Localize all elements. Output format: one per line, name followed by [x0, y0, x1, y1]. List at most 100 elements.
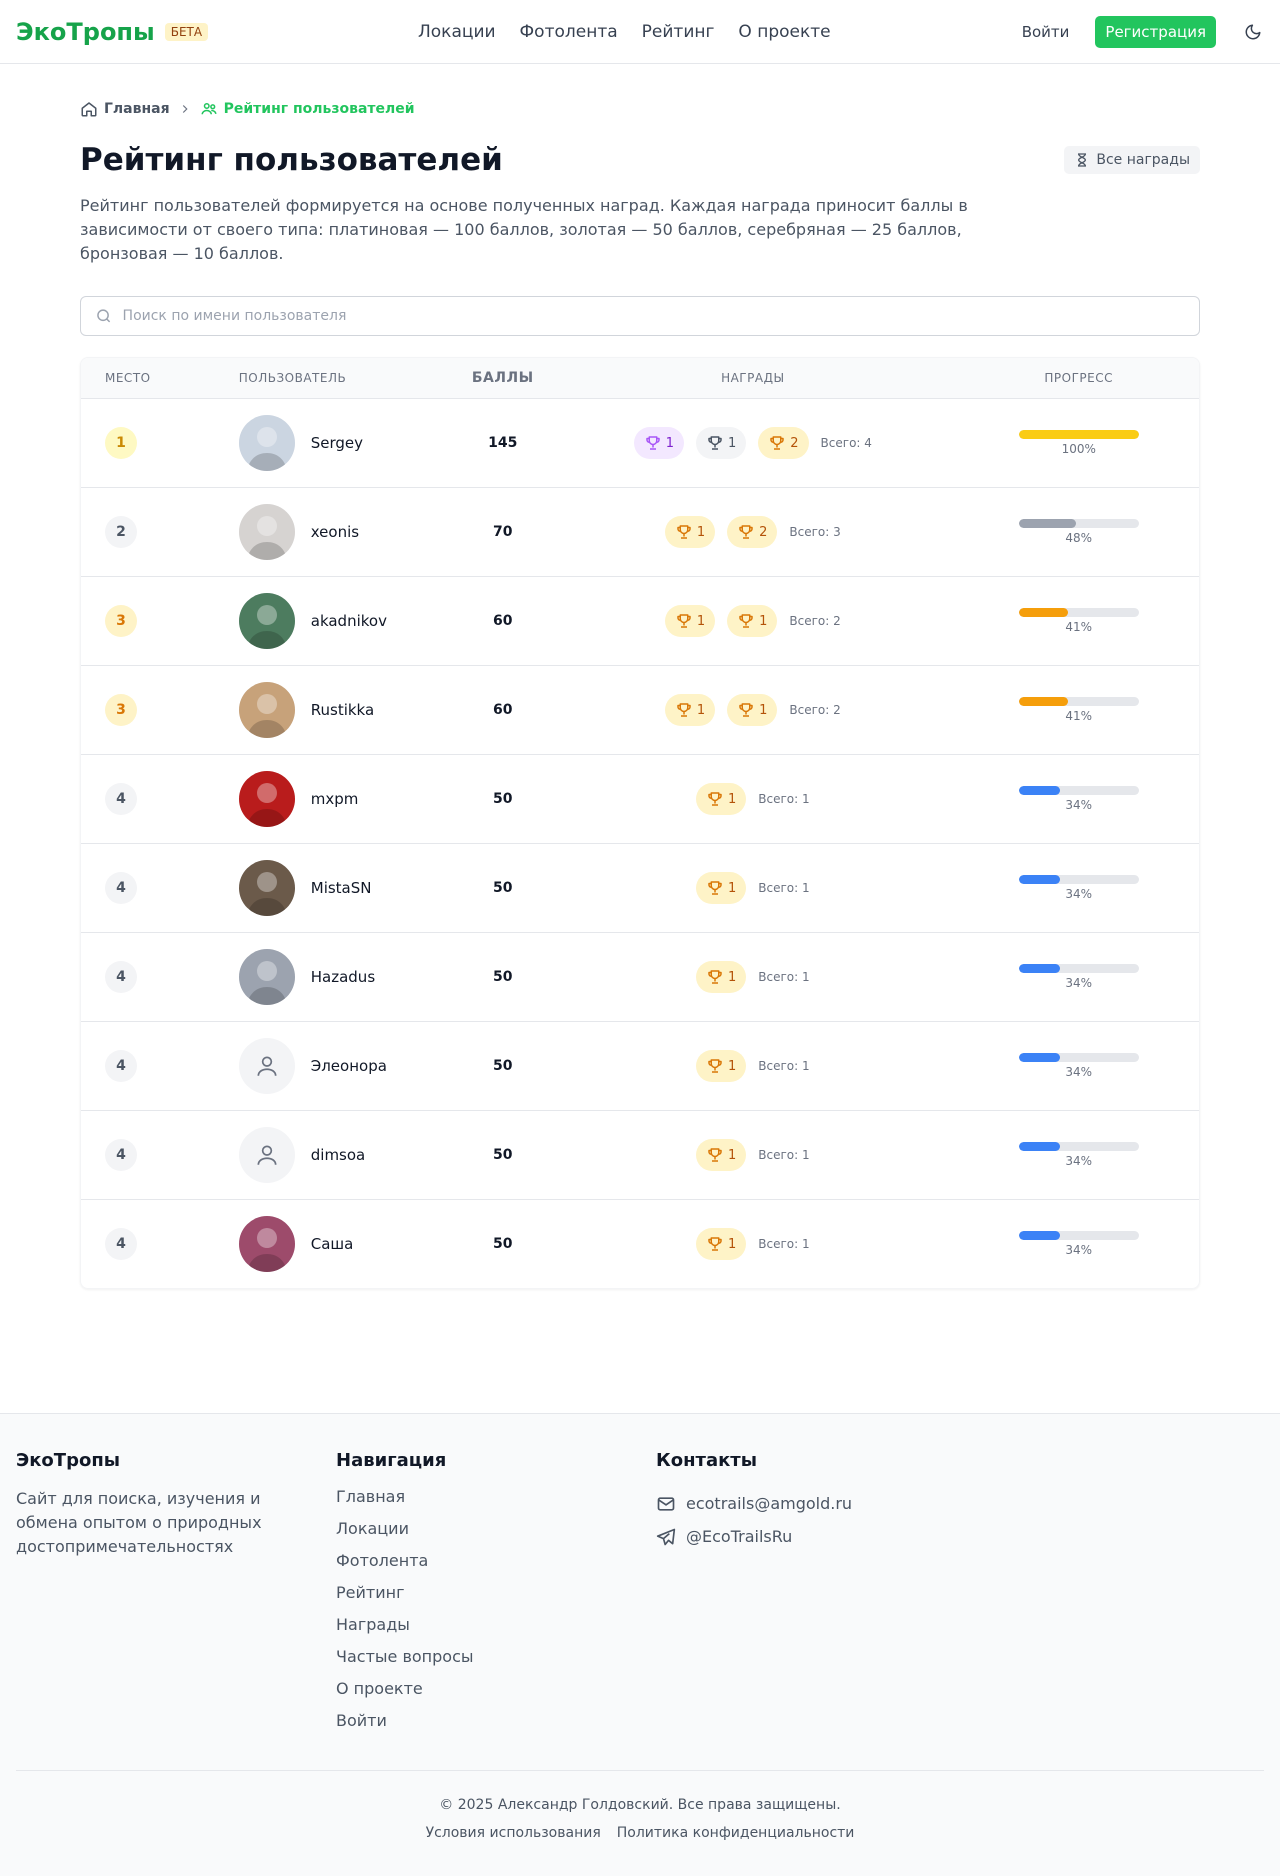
logo-text[interactable]: ЭкоТропы [16, 18, 155, 46]
avatar[interactable] [238, 593, 295, 649]
award-badge-gold[interactable]: 1 [664, 605, 716, 637]
avatar[interactable] [238, 1127, 295, 1183]
register-button[interactable]: Регистрация [1095, 15, 1216, 48]
award-count: 1 [665, 435, 674, 451]
award-badge-gold[interactable]: 1 [664, 516, 716, 548]
footer-link-photofeed[interactable]: Фотолента [336, 1551, 656, 1583]
login-link[interactable]: Войти [1022, 23, 1070, 41]
avatar[interactable] [238, 415, 295, 471]
nav-rating[interactable]: Рейтинг [642, 22, 715, 42]
rank-cell: 3 [81, 605, 239, 637]
footer-link-about[interactable]: О проекте [336, 1679, 656, 1711]
username[interactable]: MistaSN [311, 879, 372, 897]
moon-icon[interactable] [1242, 21, 1264, 43]
rank-badge: 4 [105, 872, 137, 904]
terms-link[interactable]: Условия использования [426, 1825, 601, 1841]
footer-link-rating[interactable]: Рейтинг [336, 1583, 656, 1615]
footer-link-home[interactable]: Главная [336, 1487, 656, 1519]
award-badge-platinum[interactable]: 1 [633, 427, 684, 459]
username[interactable]: dimsoa [311, 1146, 366, 1164]
search-input[interactable] [122, 308, 1199, 324]
progress-fill [1018, 1142, 1060, 1151]
header-awards: НАГРАДЫ [721, 371, 785, 385]
user-cell[interactable]: Элеонора [238, 1038, 459, 1094]
progress-fill [1018, 430, 1139, 439]
award-count: 1 [727, 1236, 737, 1252]
award-badge-gold[interactable]: 1 [664, 694, 716, 726]
rank-cell: 4 [81, 1050, 239, 1082]
awards-total: Всего: 2 [789, 614, 841, 628]
user-cell[interactable]: Sergey [238, 415, 459, 471]
username[interactable]: Саша [311, 1235, 354, 1253]
user-cell[interactable]: MistaSN [238, 860, 459, 916]
search-box[interactable] [80, 296, 1200, 336]
avatar[interactable] [238, 1038, 295, 1094]
award-badge-gold[interactable]: 2 [758, 427, 809, 459]
nav-locations[interactable]: Локации [418, 22, 496, 42]
user-cell[interactable]: Саша [238, 1216, 459, 1272]
table-row: 4 mxpm 50 1 Всего: 1 34% [81, 754, 1199, 843]
award-badge-gold[interactable]: 1 [695, 1228, 747, 1260]
user-cell[interactable]: Rustikka [238, 682, 459, 738]
logo[interactable]: ЭкоТропы БЕТА [16, 18, 209, 46]
award-badge-gold[interactable]: 1 [727, 605, 778, 637]
award-badge-gold[interactable]: 1 [695, 872, 747, 904]
avatar[interactable] [238, 771, 295, 827]
users-icon [201, 103, 217, 115]
awards-total: Всего: 2 [789, 703, 841, 717]
award-badge-gold[interactable]: 2 [727, 516, 778, 548]
breadcrumb-current: Рейтинг пользователей [200, 100, 415, 118]
footer-telegram[interactable]: @EcoTrailsRu [656, 1520, 976, 1553]
footer-email[interactable]: ecotrails@amgold.ru [656, 1487, 976, 1520]
avatar[interactable] [238, 504, 295, 560]
awards-cell: 1 Всего: 1 [547, 783, 958, 815]
all-awards-button[interactable]: Все награды [1064, 146, 1200, 174]
avatar[interactable] [238, 682, 295, 738]
nav-about[interactable]: О проекте [738, 22, 830, 42]
user-cell[interactable]: dimsoa [238, 1127, 459, 1183]
username[interactable]: Sergey [311, 434, 363, 452]
footer-link-faq[interactable]: Частые вопросы [336, 1647, 656, 1679]
user-photo [238, 593, 295, 649]
award-badge-gold[interactable]: 1 [695, 783, 747, 815]
search-icon [97, 309, 111, 323]
avatar[interactable] [238, 949, 295, 1005]
username[interactable]: xeonis [311, 523, 359, 541]
rank-badge: 4 [105, 1050, 137, 1082]
user-cell[interactable]: xeonis [238, 504, 459, 560]
footer-link-locations[interactable]: Локации [336, 1519, 656, 1551]
award-badge-gold[interactable]: 1 [695, 1139, 747, 1171]
awards-total: Всего: 1 [758, 1148, 810, 1162]
progress-cell: 34% [958, 964, 1199, 990]
user-cell[interactable]: Hazadus [238, 949, 459, 1005]
user-cell[interactable]: akadnikov [238, 593, 459, 649]
username[interactable]: mxpm [311, 790, 359, 808]
avatar[interactable] [238, 860, 295, 916]
privacy-link[interactable]: Политика конфиденциальности [617, 1825, 855, 1841]
beta-badge: БЕТА [164, 22, 209, 41]
trophy-icon [706, 790, 724, 808]
trophy-icon [675, 523, 693, 541]
user-cell[interactable]: mxpm [238, 771, 459, 827]
username[interactable]: Rustikka [311, 701, 374, 719]
username[interactable]: akadnikov [311, 612, 387, 630]
award-badge-silver[interactable]: 1 [695, 427, 747, 459]
award-badge-gold[interactable]: 1 [727, 694, 778, 726]
progress-label: 34% [1065, 1154, 1093, 1168]
award-badge-gold[interactable]: 1 [695, 1050, 747, 1082]
footer-link-login[interactable]: Войти [336, 1711, 656, 1743]
award-count: 1 [727, 880, 737, 896]
breadcrumb-home[interactable]: Главная [80, 100, 170, 118]
username[interactable]: Элеонора [311, 1057, 387, 1075]
progress-fill [1018, 1053, 1060, 1062]
avatar[interactable] [238, 1216, 295, 1272]
points: 50 [493, 1058, 513, 1074]
username[interactable]: Hazadus [311, 968, 375, 986]
trophy-icon [768, 434, 786, 452]
trophy-icon [706, 1146, 724, 1164]
award-badge-gold[interactable]: 1 [695, 961, 747, 993]
progress-fill [1018, 964, 1060, 973]
footer-link-awards[interactable]: Награды [336, 1615, 656, 1647]
nav-photofeed[interactable]: Фотолента [520, 22, 618, 42]
progress-label: 41% [1065, 709, 1093, 723]
